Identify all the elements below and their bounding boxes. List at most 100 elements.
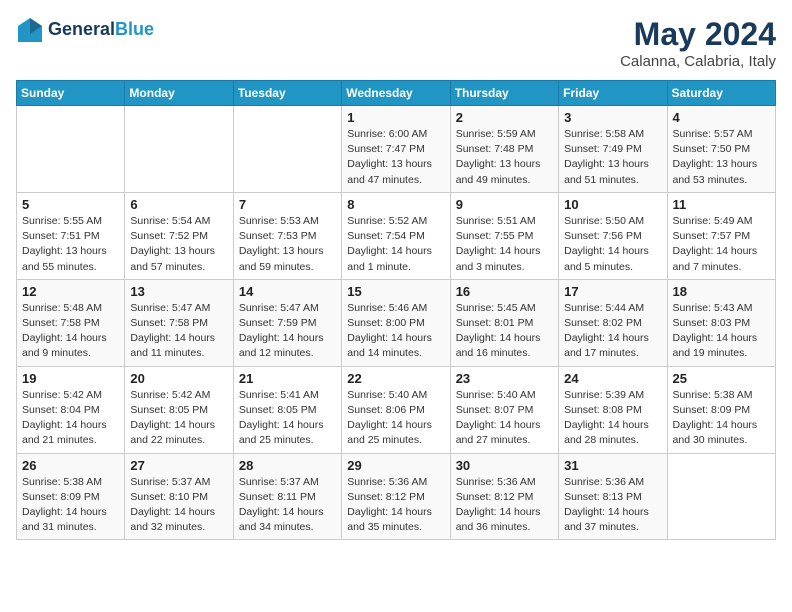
day-info: Sunrise: 5:47 AM Sunset: 7:59 PM Dayligh… xyxy=(239,301,336,362)
calendar-cell: 13 Sunrise: 5:47 AM Sunset: 7:58 PM Dayli… xyxy=(125,279,233,366)
calendar-cell: 10 Sunrise: 5:50 AM Sunset: 7:56 PM Dayli… xyxy=(559,192,667,279)
calendar-cell: 9 Sunrise: 5:51 AM Sunset: 7:55 PM Daylig… xyxy=(450,192,558,279)
day-info: Sunrise: 5:42 AM Sunset: 8:05 PM Dayligh… xyxy=(130,388,227,449)
weekday-header-sunday: Sunday xyxy=(17,81,125,106)
calendar-cell: 14 Sunrise: 5:47 AM Sunset: 7:59 PM Dayli… xyxy=(233,279,341,366)
calendar-cell: 6 Sunrise: 5:54 AM Sunset: 7:52 PM Daylig… xyxy=(125,192,233,279)
day-number: 10 xyxy=(564,197,661,212)
day-number: 24 xyxy=(564,371,661,386)
calendar-cell: 24 Sunrise: 5:39 AM Sunset: 8:08 PM Dayli… xyxy=(559,366,667,453)
day-info: Sunrise: 5:52 AM Sunset: 7:54 PM Dayligh… xyxy=(347,214,444,275)
weekday-header-monday: Monday xyxy=(125,81,233,106)
calendar-cell: 20 Sunrise: 5:42 AM Sunset: 8:05 PM Dayli… xyxy=(125,366,233,453)
day-info: Sunrise: 5:38 AM Sunset: 8:09 PM Dayligh… xyxy=(673,388,770,449)
calendar-week-row: 1 Sunrise: 6:00 AM Sunset: 7:47 PM Daylig… xyxy=(17,106,776,193)
day-info: Sunrise: 5:42 AM Sunset: 8:04 PM Dayligh… xyxy=(22,388,119,449)
day-number: 27 xyxy=(130,458,227,473)
day-info: Sunrise: 5:47 AM Sunset: 7:58 PM Dayligh… xyxy=(130,301,227,362)
day-info: Sunrise: 5:58 AM Sunset: 7:49 PM Dayligh… xyxy=(564,127,661,188)
day-number: 28 xyxy=(239,458,336,473)
logo-icon xyxy=(16,16,44,44)
day-number: 14 xyxy=(239,284,336,299)
day-number: 11 xyxy=(673,197,770,212)
page-header: GeneralBlue May 2024 Calanna, Calabria, … xyxy=(16,16,776,70)
calendar-table: SundayMondayTuesdayWednesdayThursdayFrid… xyxy=(16,80,776,540)
calendar-week-row: 26 Sunrise: 5:38 AM Sunset: 8:09 PM Dayli… xyxy=(17,453,776,540)
day-info: Sunrise: 6:00 AM Sunset: 7:47 PM Dayligh… xyxy=(347,127,444,188)
day-info: Sunrise: 5:44 AM Sunset: 8:02 PM Dayligh… xyxy=(564,301,661,362)
calendar-week-row: 12 Sunrise: 5:48 AM Sunset: 7:58 PM Dayli… xyxy=(17,279,776,366)
day-number: 21 xyxy=(239,371,336,386)
day-info: Sunrise: 5:54 AM Sunset: 7:52 PM Dayligh… xyxy=(130,214,227,275)
day-number: 3 xyxy=(564,110,661,125)
day-info: Sunrise: 5:45 AM Sunset: 8:01 PM Dayligh… xyxy=(456,301,553,362)
day-number: 17 xyxy=(564,284,661,299)
day-number: 4 xyxy=(673,110,770,125)
day-number: 29 xyxy=(347,458,444,473)
day-info: Sunrise: 5:57 AM Sunset: 7:50 PM Dayligh… xyxy=(673,127,770,188)
calendar-cell: 15 Sunrise: 5:46 AM Sunset: 8:00 PM Dayli… xyxy=(342,279,450,366)
calendar-cell: 23Sunrise: 5:40 AM Sunset: 8:07 PM Dayli… xyxy=(450,366,558,453)
calendar-cell xyxy=(17,106,125,193)
day-number: 26 xyxy=(22,458,119,473)
day-number: 19 xyxy=(22,371,119,386)
day-info: Sunrise: 5:50 AM Sunset: 7:56 PM Dayligh… xyxy=(564,214,661,275)
calendar-header-row: SundayMondayTuesdayWednesdayThursdayFrid… xyxy=(17,81,776,106)
calendar-week-row: 19 Sunrise: 5:42 AM Sunset: 8:04 PM Dayli… xyxy=(17,366,776,453)
day-info: Sunrise: 5:51 AM Sunset: 7:55 PM Dayligh… xyxy=(456,214,553,275)
day-number: 5 xyxy=(22,197,119,212)
day-info: Sunrise: 5:37 AM Sunset: 8:10 PM Dayligh… xyxy=(130,475,227,536)
logo-text: GeneralBlue xyxy=(48,20,154,40)
calendar-cell: 3 Sunrise: 5:58 AM Sunset: 7:49 PM Daylig… xyxy=(559,106,667,193)
calendar-cell: 16 Sunrise: 5:45 AM Sunset: 8:01 PM Dayli… xyxy=(450,279,558,366)
calendar-cell: 19 Sunrise: 5:42 AM Sunset: 8:04 PM Dayli… xyxy=(17,366,125,453)
calendar-cell: 22 Sunrise: 5:40 AM Sunset: 8:06 PM Dayli… xyxy=(342,366,450,453)
day-number: 12 xyxy=(22,284,119,299)
logo: GeneralBlue xyxy=(16,16,154,44)
weekday-header-tuesday: Tuesday xyxy=(233,81,341,106)
day-number: 8 xyxy=(347,197,444,212)
title-block: May 2024 Calanna, Calabria, Italy xyxy=(620,16,776,70)
day-number: 9 xyxy=(456,197,553,212)
day-info: Sunrise: 5:49 AM Sunset: 7:57 PM Dayligh… xyxy=(673,214,770,275)
day-number: 6 xyxy=(130,197,227,212)
calendar-week-row: 5 Sunrise: 5:55 AM Sunset: 7:51 PM Daylig… xyxy=(17,192,776,279)
day-number: 13 xyxy=(130,284,227,299)
day-number: 1 xyxy=(347,110,444,125)
day-info: Sunrise: 5:38 AM Sunset: 8:09 PM Dayligh… xyxy=(22,475,119,536)
day-info: Sunrise: 5:43 AM Sunset: 8:03 PM Dayligh… xyxy=(673,301,770,362)
calendar-cell: 26 Sunrise: 5:38 AM Sunset: 8:09 PM Dayli… xyxy=(17,453,125,540)
calendar-cell xyxy=(233,106,341,193)
calendar-cell: 18 Sunrise: 5:43 AM Sunset: 8:03 PM Dayli… xyxy=(667,279,775,366)
day-info: Sunrise: 5:55 AM Sunset: 7:51 PM Dayligh… xyxy=(22,214,119,275)
calendar-cell: 17 Sunrise: 5:44 AM Sunset: 8:02 PM Dayli… xyxy=(559,279,667,366)
day-info: Sunrise: 5:40 AM Sunset: 8:06 PM Dayligh… xyxy=(347,388,444,449)
day-number: 25 xyxy=(673,371,770,386)
calendar-cell: 28Sunrise: 5:37 AM Sunset: 8:11 PM Dayli… xyxy=(233,453,341,540)
day-number: 15 xyxy=(347,284,444,299)
day-number: 22 xyxy=(347,371,444,386)
day-info: Sunrise: 5:59 AM Sunset: 7:48 PM Dayligh… xyxy=(456,127,553,188)
day-number: 30 xyxy=(456,458,553,473)
calendar-cell: 8 Sunrise: 5:52 AM Sunset: 7:54 PM Daylig… xyxy=(342,192,450,279)
calendar-cell: 5 Sunrise: 5:55 AM Sunset: 7:51 PM Daylig… xyxy=(17,192,125,279)
day-number: 7 xyxy=(239,197,336,212)
calendar-cell: 7 Sunrise: 5:53 AM Sunset: 7:53 PM Daylig… xyxy=(233,192,341,279)
calendar-cell: 29 Sunrise: 5:36 AM Sunset: 8:12 PM Dayli… xyxy=(342,453,450,540)
month-title: May 2024 xyxy=(620,16,776,53)
weekday-header-saturday: Saturday xyxy=(667,81,775,106)
day-number: 16 xyxy=(456,284,553,299)
location-title: Calanna, Calabria, Italy xyxy=(620,53,776,70)
day-info: Sunrise: 5:39 AM Sunset: 8:08 PM Dayligh… xyxy=(564,388,661,449)
day-info: Sunrise: 5:36 AM Sunset: 8:12 PM Dayligh… xyxy=(347,475,444,536)
day-info: Sunrise: 5:41 AM Sunset: 8:05 PM Dayligh… xyxy=(239,388,336,449)
day-number: 20 xyxy=(130,371,227,386)
day-info: Sunrise: 5:40 AM Sunset: 8:07 PM Dayligh… xyxy=(456,388,553,449)
day-info: Sunrise: 5:48 AM Sunset: 7:58 PM Dayligh… xyxy=(22,301,119,362)
day-info: Sunrise: 5:53 AM Sunset: 7:53 PM Dayligh… xyxy=(239,214,336,275)
day-number: 18 xyxy=(673,284,770,299)
calendar-cell: 11 Sunrise: 5:49 AM Sunset: 7:57 PM Dayli… xyxy=(667,192,775,279)
day-info: Sunrise: 5:46 AM Sunset: 8:00 PM Dayligh… xyxy=(347,301,444,362)
calendar-cell: 1 Sunrise: 6:00 AM Sunset: 7:47 PM Daylig… xyxy=(342,106,450,193)
calendar-cell: 21 Sunrise: 5:41 AM Sunset: 8:05 PM Dayli… xyxy=(233,366,341,453)
